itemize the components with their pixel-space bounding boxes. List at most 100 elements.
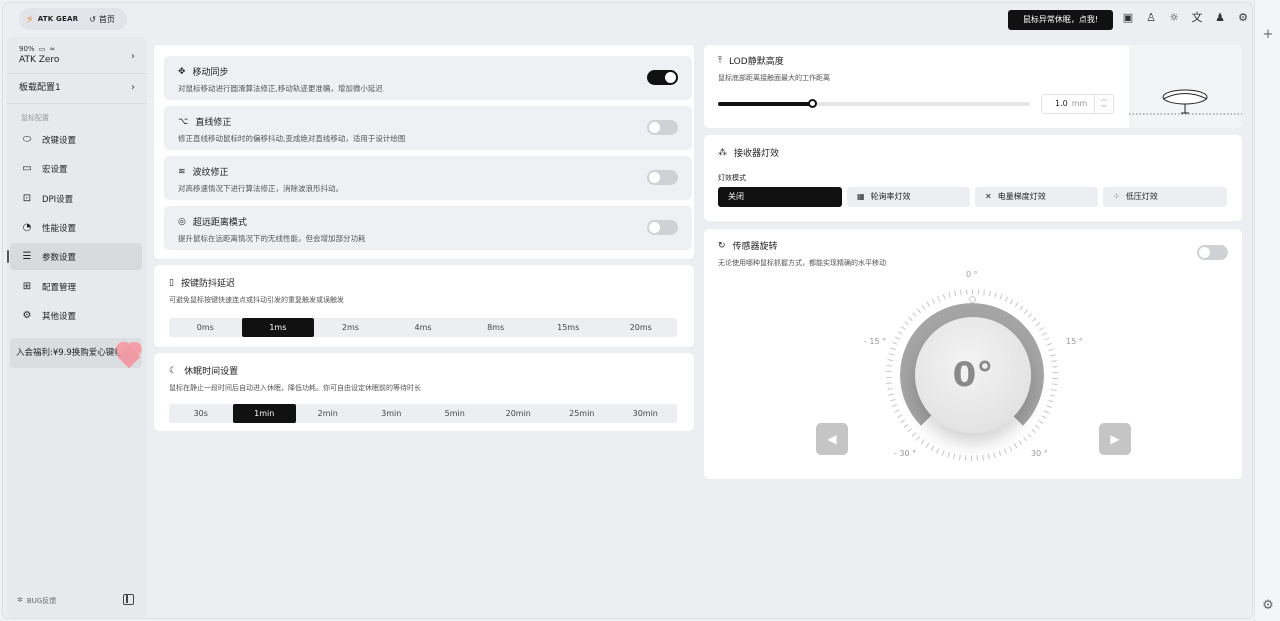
dots-icon: ⁘ <box>1113 192 1120 201</box>
light-mode-low-voltage[interactable]: ⁘ 低压灯效 <box>1103 187 1227 207</box>
sidebar-item-parameters[interactable]: ☰ 参数设置 <box>7 243 142 270</box>
sensor-rotation-toggle[interactable] <box>1197 245 1228 260</box>
debounce-option[interactable]: 1ms <box>241 318 315 337</box>
light-mode-polling[interactable]: ▦ 轮询率灯效 <box>847 187 970 207</box>
light-mode-battery[interactable]: ✕ 电量梯度灯效 <box>975 187 1098 207</box>
debounce-option[interactable]: 2ms <box>314 318 387 337</box>
slider-handle[interactable] <box>807 99 817 108</box>
angle-icon: ⌥ <box>178 116 189 127</box>
lod-illustration <box>1129 45 1242 128</box>
top-icons: ▣ ♙ ☼ 文 ♟ ⚙ <box>1121 11 1250 25</box>
debounce-option[interactable]: 0ms <box>169 318 242 337</box>
debounce-option[interactable]: 8ms <box>459 318 532 337</box>
sleep-alert-button[interactable]: 鼠标异常休眠，点我! <box>1008 10 1113 30</box>
user-icon[interactable]: ♟ <box>1213 11 1227 25</box>
light-mode-off[interactable]: 关闭 <box>718 187 842 207</box>
row-title: 波纹修正 <box>192 168 229 178</box>
rotation-dial[interactable]: 0° <box>915 317 1031 433</box>
shirt-icon[interactable]: ♙ <box>1144 11 1158 25</box>
angle-snap-toggle[interactable] <box>647 120 678 135</box>
config-label: 板载配置1 <box>19 83 61 93</box>
row-desc: 提升鼠标在远距离情况下的无线性能，但会增加部分功耗 <box>178 234 366 243</box>
sleep-option[interactable]: 2min <box>296 404 360 423</box>
gauge-icon: ◔ <box>22 221 32 233</box>
dial-label-minus15: - 15 ° <box>864 337 887 346</box>
translate-icon[interactable]: 文 <box>1190 11 1204 25</box>
motion-sync-row: ✥ 移动同步 对鼠标移动进行圆滑算法修正,移动轨迹更准确，增加微小延迟 <box>164 56 692 100</box>
sidebar-item-macro[interactable]: ▭ 宏设置 <box>10 155 142 182</box>
terminal-icon: ▭ <box>22 162 32 174</box>
brand-pill[interactable]: ⚡ ATK GEAR ↺ 首页 <box>19 8 127 30</box>
heart-keycap-icon <box>116 342 142 366</box>
dial-label-minus30: - 30 ° <box>894 449 917 458</box>
sidebar-item-keymap[interactable]: ⬭ 改键设置 <box>10 126 142 153</box>
device-card[interactable]: 90% ▭ ≈ ATK Zero › <box>9 41 143 71</box>
row-title: 超远距离模式 <box>192 218 247 228</box>
nav-label: DPI设置 <box>42 194 74 205</box>
panel-title: 接收器灯效 <box>734 149 780 159</box>
lod-panel: ⤒ LOD静默高度 鼠标底部距离接触面最大的工作距离 1.0 mm ︿ ﹀ <box>704 45 1242 128</box>
row-desc: 对鼠标移动进行圆滑算法修正,移动轨迹更准确，增加微小延迟 <box>178 84 383 93</box>
stepper-icon[interactable]: ︿ ﹀ <box>1094 95 1113 113</box>
panel-desc: 可避免鼠标按键快速连点或抖动引发的重复触发或误触发 <box>169 296 344 304</box>
sleep-option[interactable]: 30min <box>614 404 678 423</box>
signal-icon: ◎ <box>178 216 186 227</box>
row-title: 移动同步 <box>192 68 229 78</box>
sleep-option[interactable]: 3min <box>360 404 424 423</box>
sleep-option[interactable]: 20min <box>487 404 551 423</box>
ripple-control-toggle[interactable] <box>647 170 678 185</box>
sleep-option[interactable]: 1min <box>232 404 296 423</box>
moon-icon: ☾ <box>169 365 178 376</box>
rotate-right-button[interactable]: ▶ <box>1099 423 1131 455</box>
sleep-panel: ☾ 休眠时间设置 鼠标在静止一段时间后自动进入休眠，降低功耗。你可自由设定休眠前的… <box>154 353 694 431</box>
settings-icon[interactable]: ⚙ <box>1236 11 1250 25</box>
debounce-option[interactable]: 15ms <box>532 318 605 337</box>
panel-title: 按键防抖延迟 <box>180 279 235 289</box>
sensor-rotation-panel: ↻ 传感器旋转 无论使用哪种鼠标抓握方式，都能实现精确的水平移动 0° 0 ° -… <box>704 229 1242 479</box>
settings-icon[interactable]: ⚙ <box>1261 599 1275 613</box>
sleep-option[interactable]: 25min <box>550 404 614 423</box>
sidebar-item-other[interactable]: ⚙ 其他设置 <box>10 302 142 329</box>
grid-icon: ▦ <box>857 192 865 201</box>
sleep-option[interactable]: 5min <box>423 404 487 423</box>
rotate-left-button[interactable]: ◀ <box>816 423 848 455</box>
onboard-config-selector[interactable]: 板载配置1 › <box>9 77 143 99</box>
button-icon: ▯ <box>169 277 174 288</box>
brightness-icon[interactable]: ☼ <box>1167 11 1181 25</box>
plus-icon[interactable]: + <box>1261 28 1275 42</box>
motion-settings-panel: ✥ 移动同步 对鼠标移动进行圆滑算法修正,移动轨迹更准确，增加微小延迟 ⌥ 直线修正… <box>154 45 694 259</box>
wave-icon: ≋ <box>178 166 186 177</box>
debounce-option[interactable]: 20ms <box>604 318 677 337</box>
row-title: 直线修正 <box>195 118 232 128</box>
long-range-toggle[interactable] <box>647 220 678 235</box>
motion-sync-toggle[interactable] <box>647 70 678 85</box>
help-icon[interactable]: ▣ <box>1121 11 1135 25</box>
nav-label: 其他设置 <box>42 311 77 322</box>
sidebar-collapse-icon[interactable] <box>123 594 134 605</box>
angle-snap-row: ⌥ 直线修正 修正直线移动鼠标时的偏移抖动,变成绝对直线移动，适用于设计绘图 <box>164 106 692 150</box>
debounce-option[interactable]: 4ms <box>387 318 460 337</box>
close-icon: ✕ <box>985 192 992 201</box>
dial-label-0: 0 ° <box>966 270 978 279</box>
dial-indicator[interactable] <box>969 296 976 303</box>
chevron-right-icon: › <box>131 82 135 93</box>
panel-desc: 无论使用哪种鼠标抓握方式，都能实现精确的水平移动 <box>718 259 886 267</box>
option-label: 关闭 <box>728 192 744 201</box>
mouse-icon: ⬭ <box>22 133 32 145</box>
promo-banner[interactable]: 入会福利:¥9.9换购爱心键帽 <box>10 338 142 368</box>
receiver-light-panel: ⁂ 接收器灯效 灯效模式 关闭 ▦ 轮询率灯效 ✕ 电量梯度灯效 ⁘ 低压灯效 <box>704 135 1242 221</box>
sidebar-item-config-manage[interactable]: ⊞ 配置管理 <box>10 273 142 300</box>
nav-label: 宏设置 <box>42 164 68 175</box>
sliders-icon: ☰ <box>22 250 32 262</box>
sidebar-item-performance[interactable]: ◔ 性能设置 <box>10 214 142 241</box>
lod-value-input[interactable]: 1.0 mm ︿ ﹀ <box>1041 94 1114 114</box>
row-desc: 修正直线移动鼠标时的偏移抖动,变成绝对直线移动，适用于设计绘图 <box>178 134 406 143</box>
lod-unit: mm <box>1071 99 1088 108</box>
sidebar-item-dpi[interactable]: ⊡ DPI设置 <box>10 185 142 212</box>
home-link[interactable]: ↺ 首页 <box>89 14 115 25</box>
option-label: 电量梯度灯效 <box>997 192 1046 201</box>
lod-slider[interactable] <box>718 99 1030 108</box>
sleep-option[interactable]: 30s <box>169 404 233 423</box>
bug-feedback-link[interactable]: ✲ BUG反馈 <box>17 596 56 606</box>
dial-label-30: 30 ° <box>1031 449 1048 458</box>
